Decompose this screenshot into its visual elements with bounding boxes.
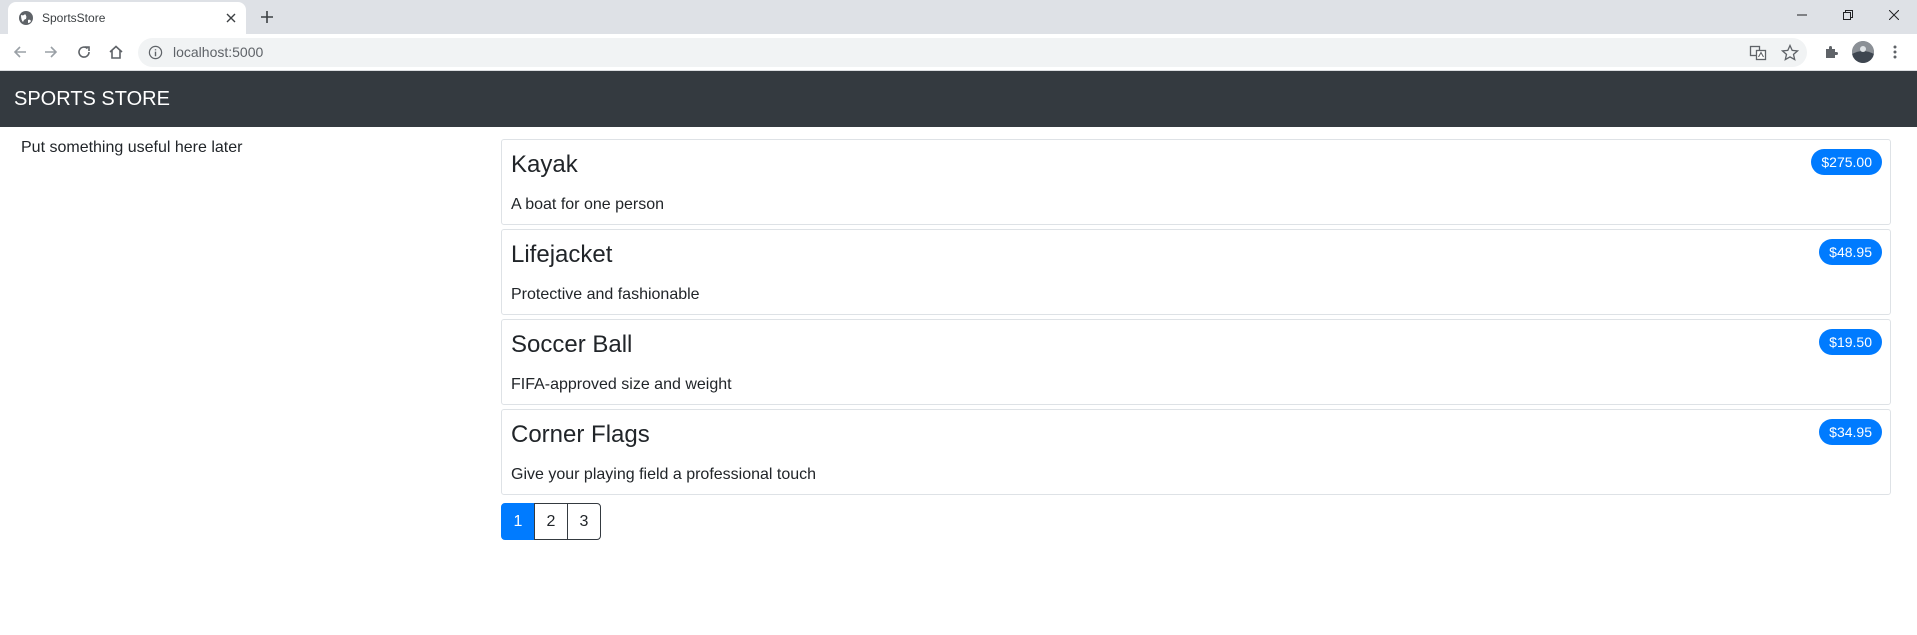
site-header: SPORTS STORE — [0, 71, 1917, 127]
product-description: FIFA-approved size and weight — [511, 376, 732, 393]
star-icon[interactable] — [1781, 44, 1799, 62]
price-badge: $275.00 — [1811, 149, 1882, 175]
plus-icon[interactable] — [256, 6, 278, 28]
product-name: Corner Flags — [511, 421, 650, 448]
page-button-1[interactable]: 1 — [501, 503, 535, 540]
browser-toolbar: localhost:5000 — [0, 34, 1917, 71]
restore-icon[interactable] — [1825, 0, 1871, 30]
product-description: Protective and fashionable — [511, 286, 700, 303]
browser-tabstrip: SportsStore — [0, 0, 1917, 34]
price-badge: $19.50 — [1819, 329, 1882, 355]
page-button-2[interactable]: 2 — [534, 503, 568, 540]
profile-avatar[interactable] — [1852, 41, 1874, 63]
forward-icon[interactable] — [40, 41, 62, 63]
globe-icon — [19, 11, 33, 25]
browser-tab[interactable]: SportsStore — [8, 2, 246, 34]
product-card: Corner Flags $34.95 Give your playing fi… — [501, 409, 1891, 495]
home-icon[interactable] — [105, 41, 127, 63]
address-bar[interactable]: localhost:5000 — [138, 38, 1807, 67]
close-icon[interactable] — [222, 9, 240, 27]
extensions-icon[interactable] — [1820, 41, 1842, 63]
tab-title: SportsStore — [42, 11, 106, 25]
menu-icon[interactable] — [1884, 41, 1906, 63]
product-card: Soccer Ball $19.50 FIFA-approved size an… — [501, 319, 1891, 405]
product-card: Lifejacket $48.95 Protective and fashion… — [501, 229, 1891, 315]
back-icon[interactable] — [9, 41, 31, 63]
price-badge: $48.95 — [1819, 239, 1882, 265]
product-description: A boat for one person — [511, 196, 664, 213]
info-icon[interactable] — [148, 45, 163, 60]
product-name: Soccer Ball — [511, 331, 633, 358]
page-button-3[interactable]: 3 — [567, 503, 601, 540]
brand-title[interactable]: SPORTS STORE — [14, 87, 170, 111]
product-description: Give your playing field a professional t… — [511, 466, 817, 483]
price-badge: $34.95 — [1819, 419, 1882, 445]
product-name: Lifejacket — [511, 241, 613, 268]
window-close-icon[interactable] — [1871, 0, 1917, 30]
product-card: Kayak $275.00 A boat for one person — [501, 139, 1891, 225]
minimize-icon[interactable] — [1779, 0, 1825, 30]
pagination: 1 2 3 — [501, 503, 601, 540]
sidebar-placeholder-text: Put something useful here later — [21, 139, 243, 156]
translate-icon[interactable] — [1749, 44, 1767, 62]
reload-icon[interactable] — [73, 41, 95, 63]
product-name: Kayak — [511, 151, 578, 178]
url-text: localhost:5000 — [173, 44, 264, 60]
